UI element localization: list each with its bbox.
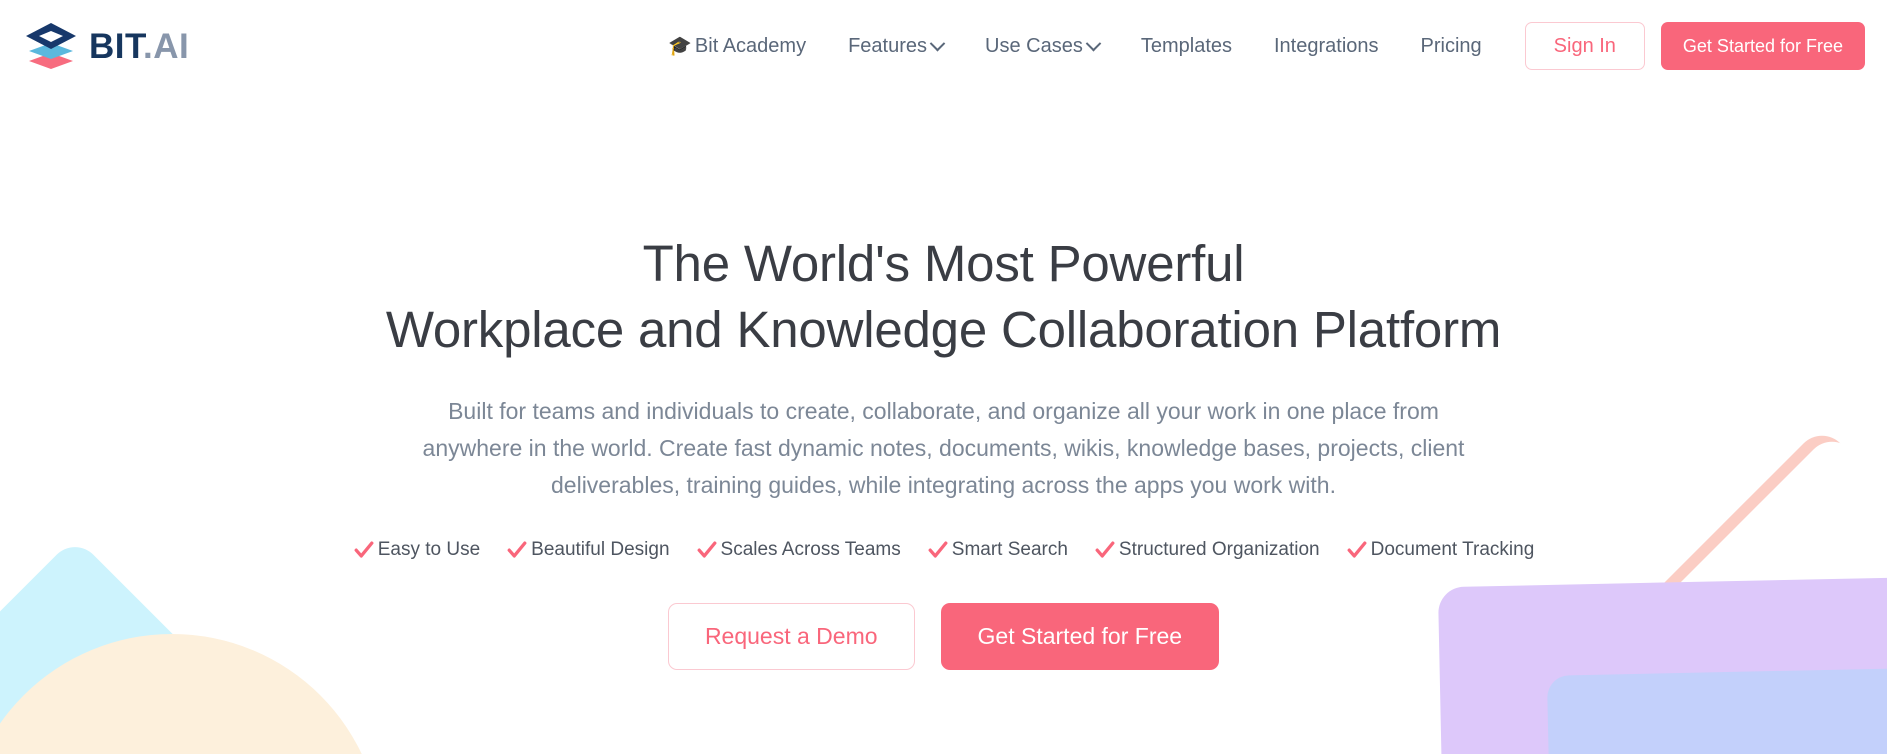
nav-item-use-cases[interactable]: Use Cases	[964, 27, 1120, 66]
feature-item: Scales Across Teams	[696, 539, 901, 561]
feature-item: Easy to Use	[353, 539, 480, 561]
nav-item-features[interactable]: Features	[827, 27, 964, 66]
hero-subtitle: Built for teams and individuals to creat…	[422, 397, 1465, 499]
nav-label-bit-academy: Bit Academy	[694, 34, 807, 57]
check-icon	[354, 541, 374, 558]
hero-headline: The World's Most Powerful Workplace and …	[0, 231, 1887, 364]
feature-label: Smart Search	[951, 539, 1068, 561]
landing-page: BIT.AI 🎓 Bit Academy Features Use Cases …	[0, 0, 1887, 754]
check-icon	[1347, 541, 1367, 558]
brand-word-light: .AI	[143, 26, 190, 66]
header-get-started-button[interactable]: Get Started for Free	[1660, 22, 1865, 70]
feature-highlights-list: Easy to Use Beautiful Design Scales Acro…	[0, 539, 1887, 561]
feature-label: Beautiful Design	[531, 539, 670, 561]
request-demo-button[interactable]: Request a Demo	[667, 603, 915, 671]
feature-item: Structured Organization	[1094, 539, 1320, 561]
nav-item-pricing[interactable]: Pricing	[1400, 27, 1503, 66]
site-header: BIT.AI 🎓 Bit Academy Features Use Cases …	[0, 0, 1887, 92]
check-icon	[1095, 541, 1115, 558]
feature-label: Document Tracking	[1370, 539, 1535, 561]
nav-label-templates: Templates	[1140, 34, 1232, 57]
feature-item: Smart Search	[927, 539, 1068, 561]
nav-item-bit-academy[interactable]: 🎓 Bit Academy	[647, 27, 827, 66]
hero-headline-line-2: Workplace and Knowledge Collaboration Pl…	[385, 301, 1502, 359]
chevron-down-icon	[929, 35, 946, 51]
feature-label: Easy to Use	[377, 539, 481, 561]
bit-layers-logo-icon	[26, 23, 76, 69]
feature-item: Beautiful Design	[506, 539, 670, 561]
header-actions: Sign In Get Started for Free	[1524, 22, 1865, 70]
check-icon	[928, 541, 948, 558]
check-icon	[507, 541, 527, 558]
main-navigation: 🎓 Bit Academy Features Use Cases Templat…	[647, 22, 1865, 70]
blue-card-decoration	[1546, 668, 1887, 754]
nav-label-use-cases: Use Cases	[985, 34, 1083, 57]
hero-cta-row: Request a Demo Get Started for Free	[0, 603, 1887, 671]
nav-label-integrations: Integrations	[1274, 34, 1379, 57]
feature-label: Structured Organization	[1118, 539, 1320, 561]
check-icon	[697, 541, 716, 558]
brand-word-dark: BIT	[89, 26, 143, 66]
nav-label-pricing: Pricing	[1420, 34, 1482, 57]
graduation-cap-icon: 🎓	[668, 35, 692, 57]
nav-item-integrations[interactable]: Integrations	[1253, 27, 1400, 66]
brand-logo[interactable]: BIT.AI	[22, 23, 189, 69]
hero-get-started-button[interactable]: Get Started for Free	[940, 603, 1220, 671]
sign-in-button[interactable]: Sign In	[1524, 22, 1645, 70]
hero-headline-line-1: The World's Most Powerful	[642, 235, 1245, 292]
brand-wordmark: BIT.AI	[89, 29, 189, 64]
feature-label: Scales Across Teams	[720, 539, 901, 561]
chevron-down-icon	[1085, 35, 1102, 51]
nav-item-templates[interactable]: Templates	[1120, 27, 1253, 66]
nav-label-features: Features	[848, 34, 928, 57]
hero-section: The World's Most Powerful Workplace and …	[0, 92, 1887, 671]
feature-item: Document Tracking	[1346, 539, 1535, 561]
